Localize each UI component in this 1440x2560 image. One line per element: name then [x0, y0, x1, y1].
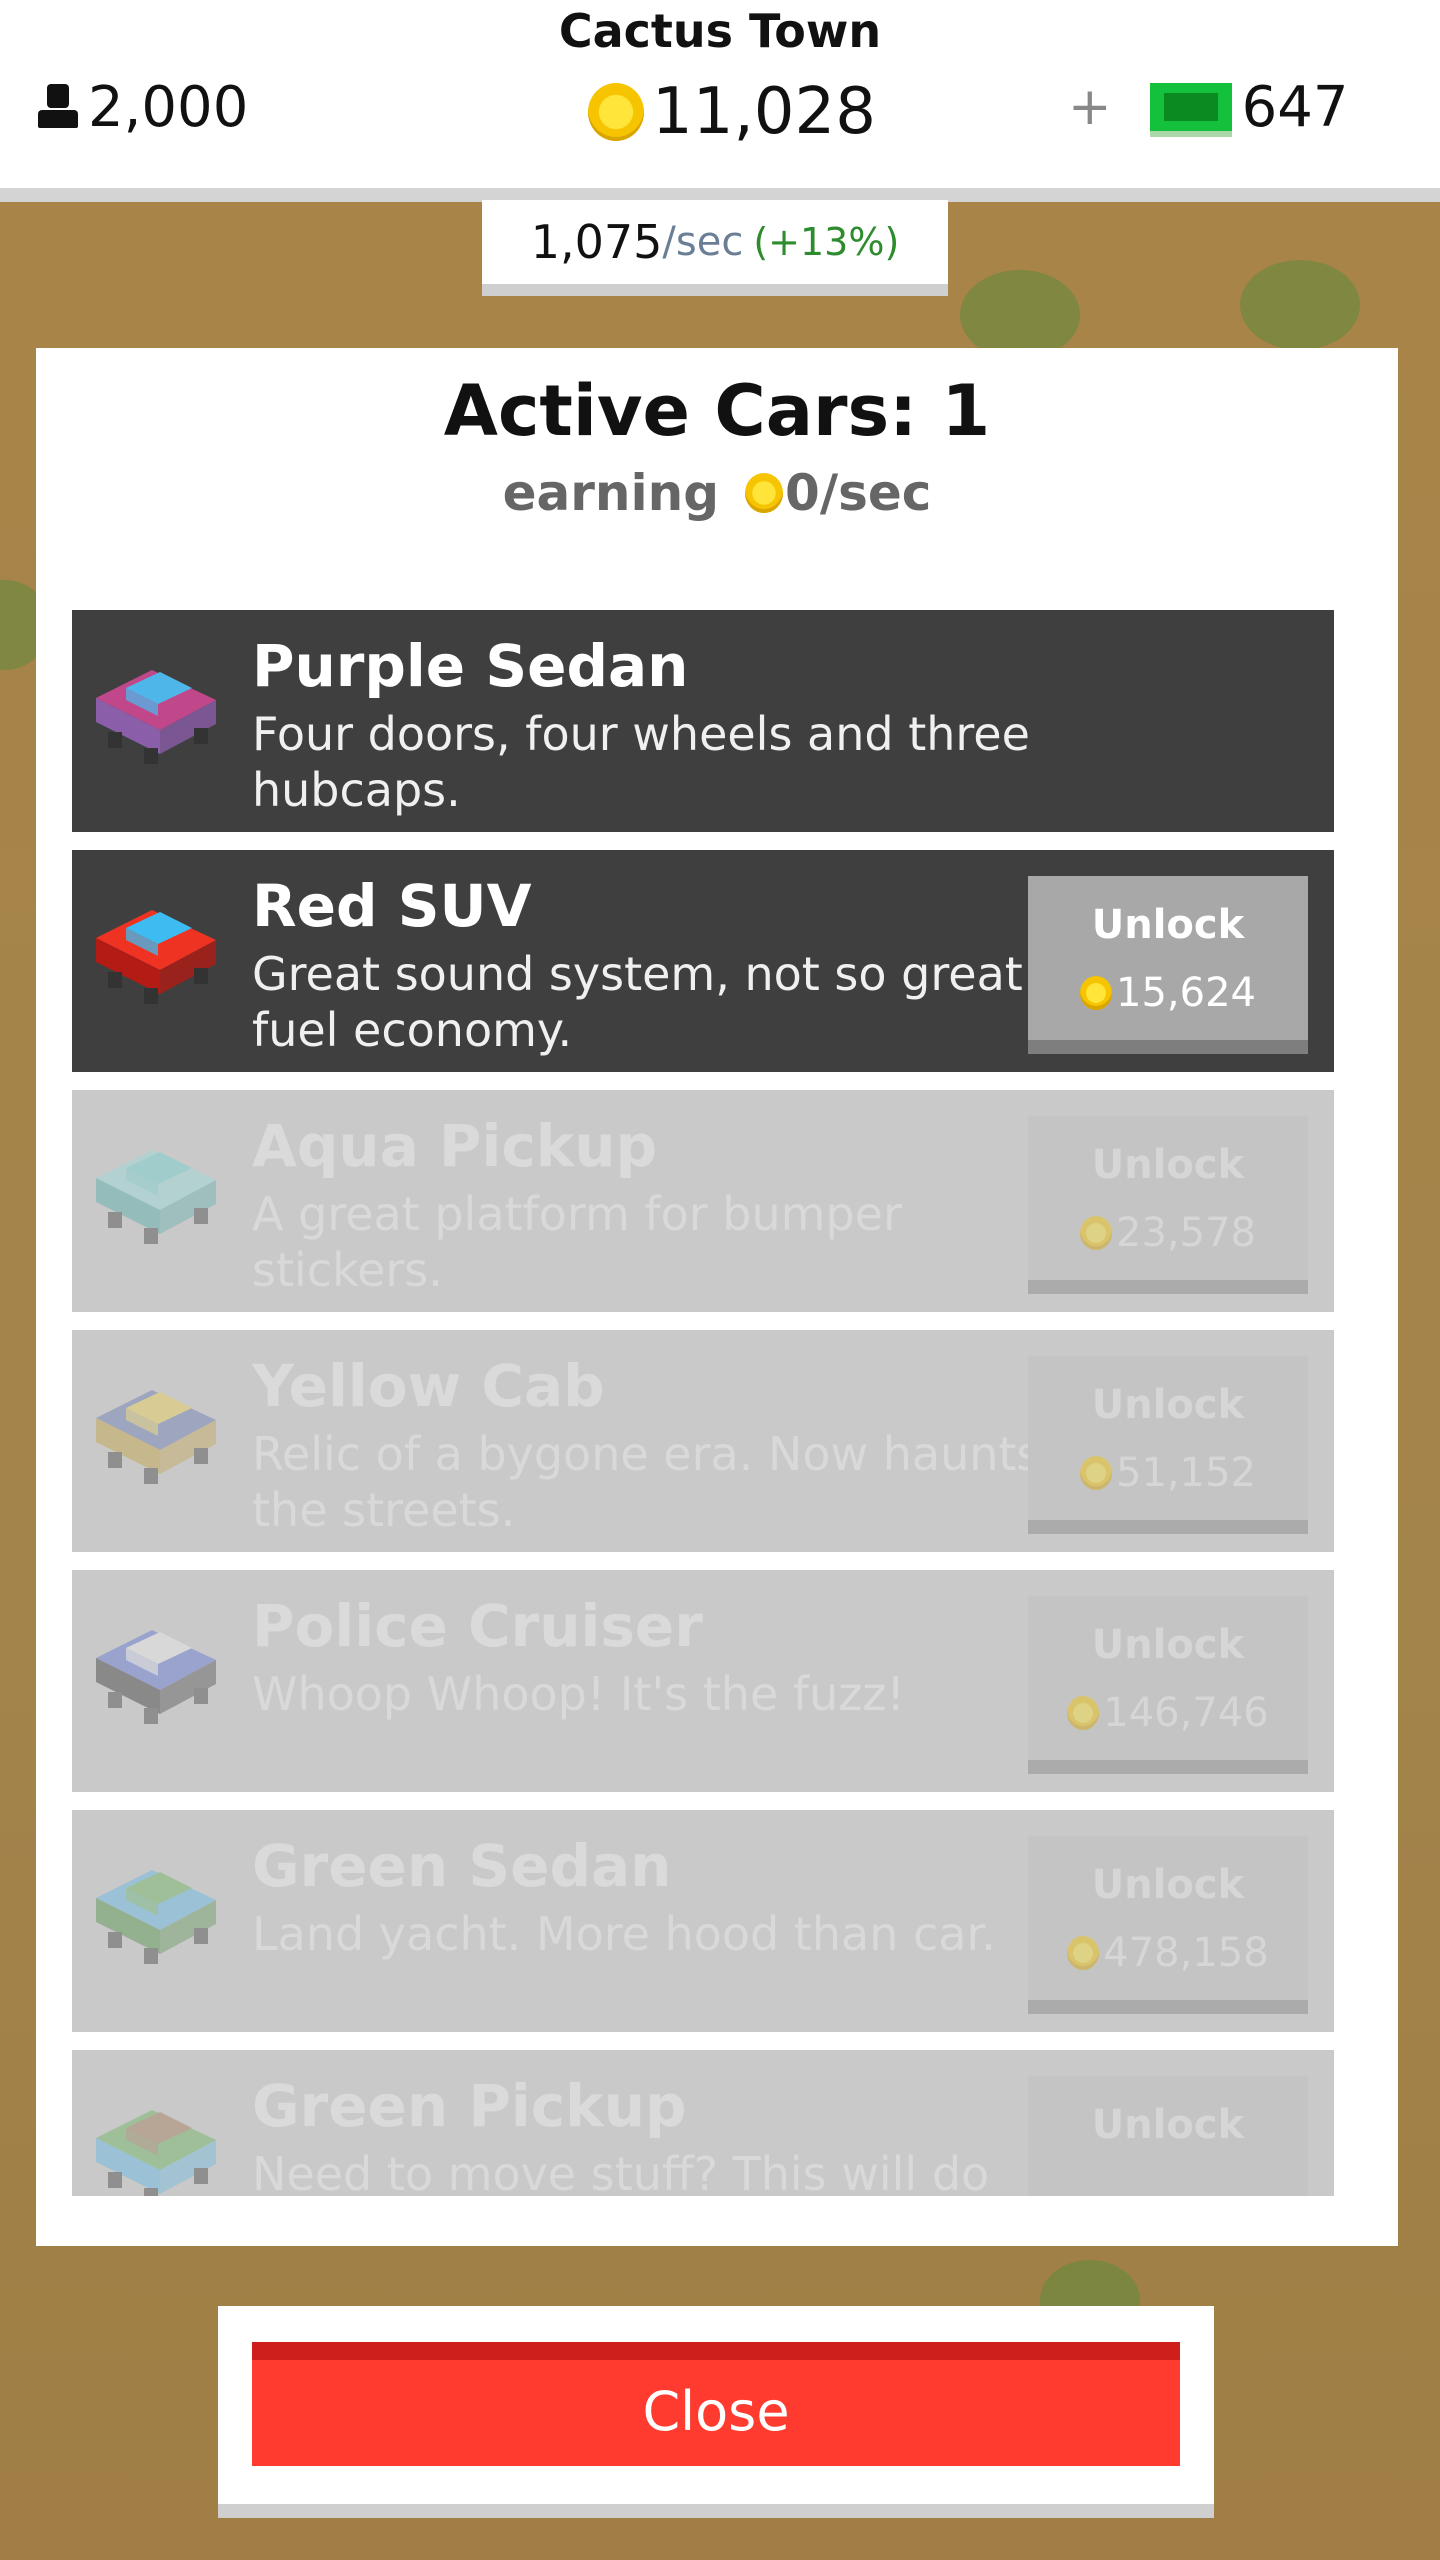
- car-description: Whoop Whoop! It's the fuzz!: [252, 1667, 905, 1721]
- population-value: 2,000: [88, 74, 249, 140]
- car-row[interactable]: Yellow Cab Relic of a bygone era. Now hau…: [72, 1330, 1334, 1552]
- panel-title: Active Cars: 1: [443, 370, 991, 452]
- coin-icon: [1080, 976, 1113, 1010]
- car-icon: [96, 910, 216, 1004]
- unlock-price-value: 51,152: [1116, 1450, 1256, 1496]
- car-name: Police Cruiser: [252, 1592, 703, 1660]
- coin-icon: [745, 473, 784, 513]
- car-name: Red SUV: [252, 872, 532, 940]
- car-icon: [96, 1870, 216, 1964]
- car-description: Relic of a bygone era. Now haunts the st…: [252, 1427, 1041, 1537]
- car-row[interactable]: Police Cruiser Whoop Whoop! It's the fuzz…: [72, 1570, 1334, 1792]
- unlock-price-value: 15,624: [1116, 970, 1256, 1016]
- unlock-price-value: 478,158: [1103, 1930, 1269, 1976]
- add-cash-icon[interactable]: +: [1068, 77, 1112, 137]
- car-icon: [96, 2110, 216, 2196]
- cash-value: 647: [1241, 74, 1349, 140]
- unlock-label: Unlock: [1091, 1142, 1245, 1188]
- income-rate-value: 1,075: [530, 215, 663, 269]
- close-button[interactable]: Close: [252, 2342, 1180, 2466]
- car-name: Green Sedan: [252, 1832, 672, 1900]
- car-icon: [96, 1630, 216, 1724]
- car-name: Yellow Cab: [252, 1352, 605, 1420]
- car-icon: [96, 1390, 216, 1484]
- car-description: Land yacht. More hood than car.: [252, 1907, 996, 1961]
- unlock-price-value: 146,746: [1103, 1690, 1269, 1736]
- unlock-button[interactable]: Unlock: [1028, 2076, 1308, 2196]
- unlock-price-value: 23,578: [1116, 1210, 1256, 1256]
- income-rate-unit: /sec: [662, 219, 744, 265]
- unlock-price: 15,624: [1028, 970, 1308, 1016]
- earning-row: earning 0/sec: [36, 460, 1398, 526]
- car-row[interactable]: Aqua Pickup A great platform for bumper s…: [72, 1090, 1334, 1312]
- car-description: Need to move stuff? This will do the: [252, 2147, 990, 2196]
- earning-label: earning: [502, 464, 720, 522]
- car-icon: [96, 1150, 216, 1244]
- close-button-frame: Close: [218, 2306, 1214, 2518]
- coin-value: 11,028: [652, 75, 876, 149]
- car-icon: [96, 670, 216, 764]
- car-description: Four doors, four wheels and three hubcap…: [252, 707, 1030, 817]
- car-name: Aqua Pickup: [252, 1112, 658, 1180]
- car-description: Great sound system, not so great fuel ec…: [252, 947, 1023, 1057]
- unlock-price: 146,746: [1028, 1690, 1308, 1736]
- town-name: Cactus Town: [558, 4, 882, 58]
- unlock-price: 478,158: [1028, 1930, 1308, 1976]
- coin-counter: 11,028: [588, 72, 876, 152]
- tree-decoration: [1240, 260, 1360, 350]
- person-icon: [36, 84, 80, 130]
- unlock-price: 51,152: [1028, 1450, 1308, 1496]
- income-rate-bonus: (+13%): [753, 220, 900, 264]
- unlock-button[interactable]: Unlock 146,746: [1028, 1596, 1308, 1774]
- earning-value: 0/sec: [785, 464, 932, 522]
- coin-icon: [588, 83, 644, 141]
- tree-decoration: [960, 270, 1080, 360]
- cars-panel: Active Cars: 1 earning 0/sec Purple Seda…: [36, 348, 1398, 2246]
- unlock-price: 23,578: [1028, 1210, 1308, 1256]
- car-row[interactable]: Green Sedan Land yacht. More hood than ca…: [72, 1810, 1334, 2032]
- car-name: Purple Sedan: [252, 632, 689, 700]
- unlock-label: Unlock: [1091, 1622, 1245, 1668]
- car-description: A great platform for bumper stickers.: [252, 1187, 902, 1297]
- cash-counter[interactable]: + 647: [1068, 72, 1348, 142]
- top-status-bar: Cactus Town 2,000 11,028 + 647: [0, 0, 1440, 202]
- unlock-button[interactable]: Unlock 51,152: [1028, 1356, 1308, 1534]
- car-row[interactable]: Green Pickup Need to move stuff? This wil…: [72, 2050, 1334, 2196]
- unlock-label: Unlock: [1091, 2102, 1245, 2148]
- unlock-button[interactable]: Unlock 23,578: [1028, 1116, 1308, 1294]
- car-name: Green Pickup: [252, 2072, 687, 2140]
- unlock-button[interactable]: Unlock 15,624: [1028, 876, 1308, 1054]
- car-row[interactable]: Purple Sedan Four doors, four wheels and …: [72, 610, 1334, 832]
- coin-icon: [1080, 1216, 1113, 1250]
- population-counter: 2,000: [36, 72, 248, 142]
- unlock-label: Unlock: [1091, 902, 1245, 948]
- coin-icon: [1067, 1936, 1100, 1970]
- car-list[interactable]: Purple Sedan Four doors, four wheels and …: [72, 610, 1334, 2196]
- unlock-button[interactable]: Unlock 478,158: [1028, 1836, 1308, 2014]
- coin-icon: [1067, 1696, 1100, 1730]
- cash-icon: [1149, 83, 1232, 131]
- unlock-label: Unlock: [1091, 1382, 1245, 1428]
- car-row[interactable]: Red SUV Great sound system, not so great …: [72, 850, 1334, 1072]
- coin-icon: [1080, 1456, 1113, 1490]
- income-rate-tab: 1,075 /sec (+13%): [482, 200, 948, 296]
- unlock-label: Unlock: [1091, 1862, 1245, 1908]
